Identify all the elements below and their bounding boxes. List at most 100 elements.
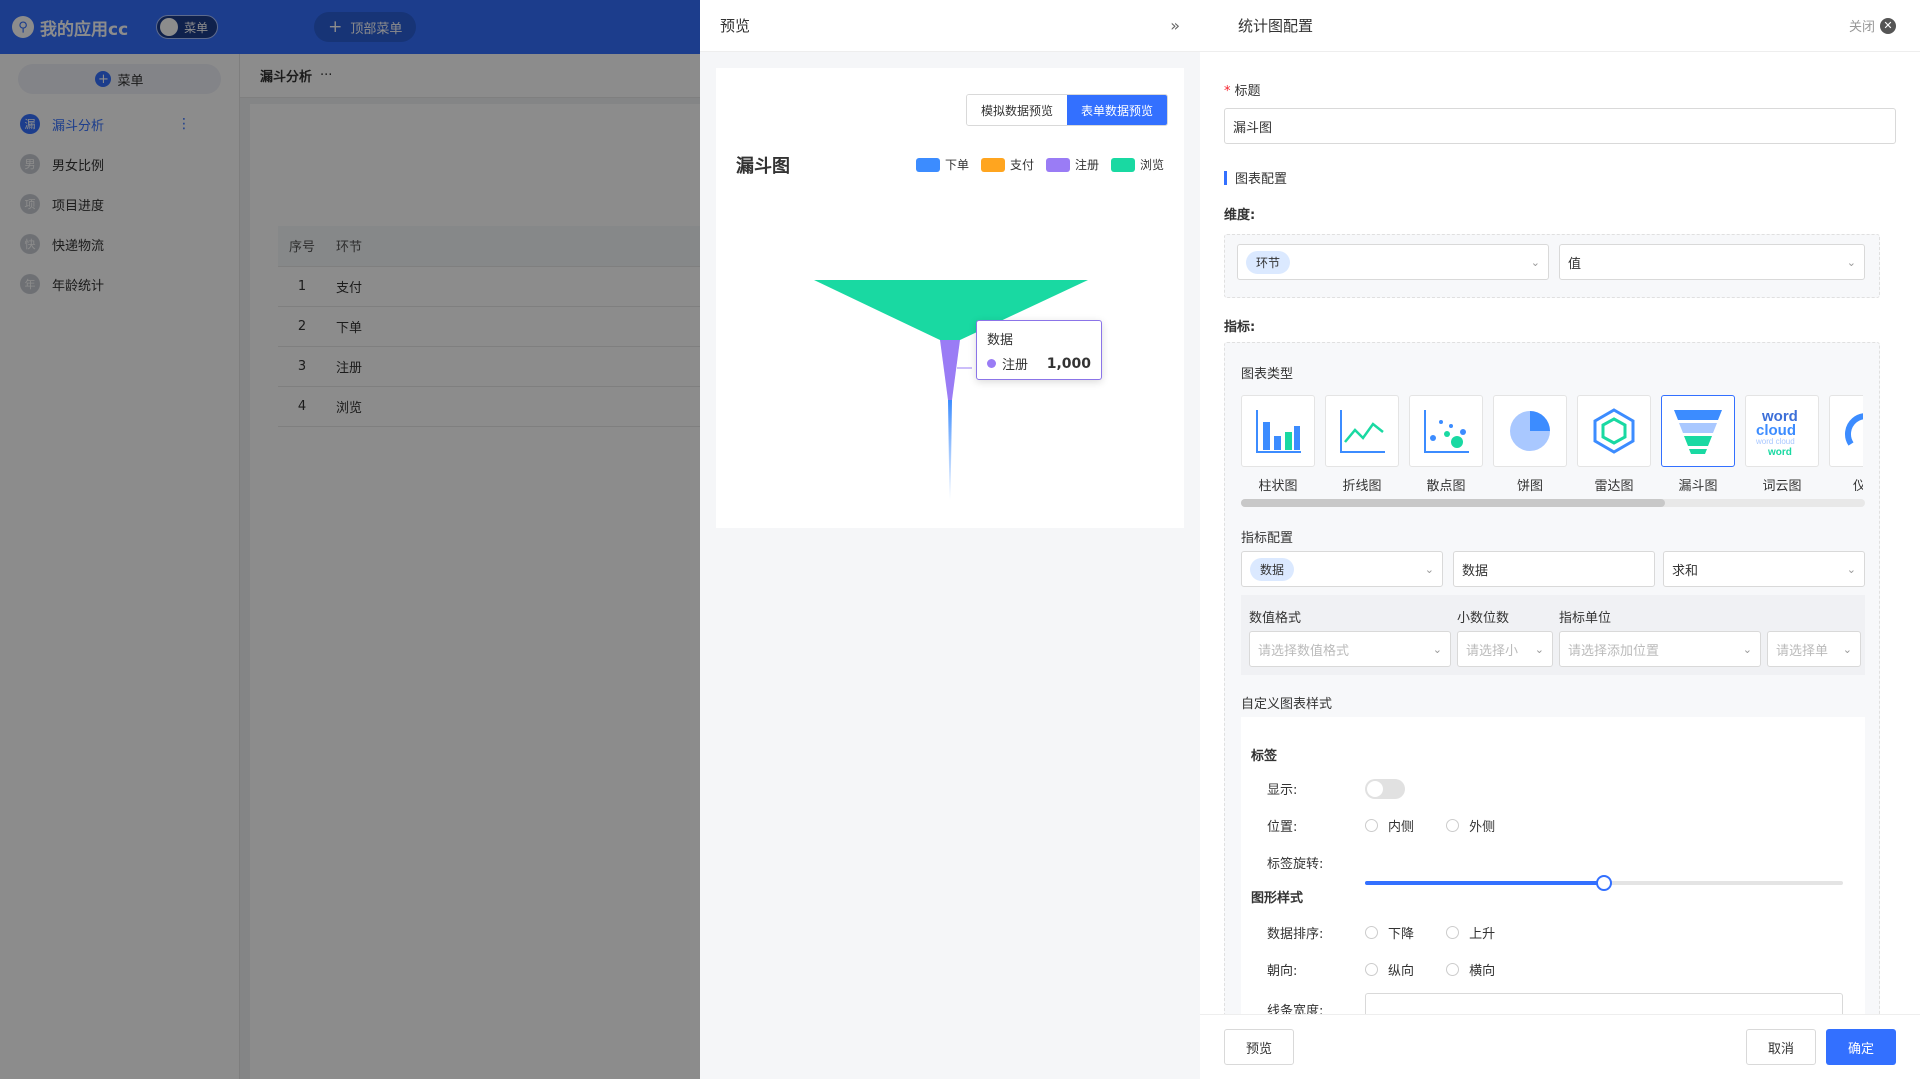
funnel-segment-order[interactable] — [948, 400, 952, 500]
close-button[interactable]: 关闭 ✕ — [1849, 16, 1896, 35]
chart-type-line[interactable]: 折线图 — [1325, 395, 1399, 494]
chart-type-scatter[interactable]: 散点图 — [1409, 395, 1483, 494]
tooltip-marker — [987, 359, 996, 368]
chart-type-name: 仪表 — [1852, 479, 1863, 494]
scatter-chart-icon — [1424, 410, 1469, 453]
shape-section-title: 图形样式 — [1251, 891, 1304, 906]
legend-item[interactable]: 支付 — [980, 156, 1034, 173]
cancel-button[interactable]: 取消 — [1746, 1029, 1816, 1065]
slider-handle[interactable] — [1596, 875, 1612, 891]
orient-radio-vertical[interactable]: 纵向 — [1365, 960, 1414, 979]
tooltip-title: 数据 — [987, 333, 1014, 348]
legend-swatch — [1045, 157, 1070, 172]
dimension-box: 环节 ⌄ 值 ⌄ — [1224, 234, 1880, 298]
radio-circle — [1365, 926, 1378, 939]
funnel-segment-register[interactable] — [940, 340, 960, 400]
title-field-label: * 标题 — [1224, 80, 1261, 99]
sort-radio-asc[interactable]: 上升 — [1446, 923, 1495, 942]
unit-position-placeholder: 请选择添加位置 — [1568, 643, 1660, 659]
radar-chart-icon — [1593, 408, 1635, 454]
legend-label: 浏览 — [1139, 158, 1164, 172]
custom-style-box: 标签 显示: 位置: 内侧 外侧 标签旋转: 图形样式 数据排序: 下降 上升 — [1241, 717, 1865, 1014]
orient-radio-horizontal[interactable]: 横向 — [1446, 960, 1495, 979]
chart-type-gauge[interactable]: 仪表 — [1829, 395, 1863, 494]
chart-type-name: 散点图 — [1426, 479, 1466, 494]
form-data-preview-button[interactable]: 表单数据预览 — [1066, 95, 1167, 125]
radio-label: 横向 — [1469, 964, 1496, 979]
title-input[interactable]: 漏斗图 — [1224, 108, 1896, 144]
metric-field-select[interactable]: 数据 ⌄ — [1241, 551, 1443, 587]
radio-label: 下降 — [1388, 927, 1415, 942]
double-chevron-right-icon[interactable]: » — [1170, 16, 1180, 35]
chart-type-scrollbar[interactable] — [1241, 499, 1865, 507]
dimension-select[interactable]: 环节 ⌄ — [1237, 244, 1549, 280]
chart-type-box: word cloud word cloud word — [1745, 395, 1819, 467]
legend-item[interactable]: 浏览 — [1110, 156, 1164, 173]
metric-label: 指标: — [1224, 320, 1256, 335]
metric-aggregation-text: 求和 — [1672, 563, 1699, 579]
chevron-down-icon: ⌄ — [1424, 562, 1434, 576]
chevron-down-icon: ⌄ — [1432, 642, 1442, 656]
close-icon: ✕ — [1880, 17, 1896, 34]
chart-type-pie[interactable]: 饼图 — [1493, 395, 1567, 494]
gauge-chart-icon — [1845, 413, 1863, 446]
chart-type-name: 漏斗图 — [1678, 479, 1718, 494]
pie-chart-icon — [1510, 411, 1550, 451]
line-width-input[interactable] — [1365, 993, 1843, 1014]
config-body: * 标题 漏斗图 图表配置 维度: 环节 ⌄ 值 ⌄ 指标: 图表类型 柱状图 … — [1200, 52, 1920, 1014]
dimension-tag[interactable]: 环节 — [1246, 250, 1291, 274]
unit-select[interactable]: 请选择单 ⌄ — [1767, 631, 1861, 667]
radio-circle — [1446, 819, 1460, 832]
mock-data-preview-button[interactable]: 模拟数据预览 — [966, 95, 1067, 125]
radio-circle — [1365, 963, 1378, 976]
section-title-text: 图表配置 — [1235, 172, 1288, 187]
metric-alias-input[interactable]: 数据 — [1453, 551, 1655, 587]
config-footer: 预览 取消 确定 — [1200, 1014, 1920, 1079]
number-format-select[interactable]: 请选择数值格式 ⌄ — [1249, 631, 1451, 667]
unit-position-select[interactable]: 请选择添加位置 ⌄ — [1559, 631, 1761, 667]
tooltip-value: 1,000 — [1046, 355, 1091, 372]
decimal-select[interactable]: 请选择小 ⌄ — [1457, 631, 1553, 667]
legend-item[interactable]: 注册 — [1045, 156, 1099, 173]
number-format-label: 数值格式 — [1249, 611, 1302, 626]
chart-type-name: 饼图 — [1516, 479, 1543, 494]
chart-type-wordcloud[interactable]: word cloud word cloud word 词云图 — [1745, 395, 1819, 494]
metric-box: 图表类型 柱状图 折线图 散点图 饼图 雷达图 漏斗图 word cloud w… — [1224, 342, 1880, 1014]
radio-label: 纵向 — [1388, 964, 1415, 979]
confirm-button[interactable]: 确定 — [1826, 1029, 1896, 1065]
scrollbar-thumb[interactable] — [1241, 499, 1665, 507]
position-radio-group: 内侧 外侧 — [1365, 816, 1523, 836]
chart-type-bar[interactable]: 柱状图 — [1241, 395, 1315, 494]
preview-button[interactable]: 预览 — [1224, 1029, 1294, 1065]
chevron-down-icon: ⌄ — [1534, 642, 1544, 656]
radio-circle — [1365, 819, 1378, 832]
custom-style-label: 自定义图表样式 — [1241, 697, 1333, 712]
dimension-value-text: 值 — [1568, 256, 1582, 272]
tooltip-row: 注册 1,000 — [987, 354, 1091, 373]
position-radio-inside[interactable]: 内侧 — [1365, 816, 1414, 835]
chart-type-name: 词云图 — [1762, 479, 1802, 494]
svg-text:word: word — [1767, 447, 1792, 457]
decimal-placeholder: 请选择小 — [1466, 643, 1519, 659]
funnel-chart: 1000 — [814, 280, 1088, 500]
chart-type-funnel[interactable]: 漏斗图 — [1661, 395, 1735, 494]
chart-config-panel: 统计图配置 关闭 ✕ * 标题 漏斗图 图表配置 维度: 环节 ⌄ 值 ⌄ 指标:… — [1200, 0, 1920, 1079]
chart-legend: 下单 支付 注册 浏览 — [904, 156, 1164, 173]
legend-item[interactable]: 下单 — [915, 156, 969, 173]
position-label: 位置: — [1267, 820, 1298, 835]
rotate-slider[interactable] — [1365, 875, 1843, 891]
chart-type-radar[interactable]: 雷达图 — [1577, 395, 1651, 494]
metric-config-label: 指标配置 — [1241, 531, 1294, 546]
show-label-switch[interactable] — [1365, 779, 1405, 799]
position-radio-outside[interactable]: 外侧 — [1446, 816, 1495, 835]
config-header: 统计图配置 关闭 ✕ — [1200, 0, 1920, 52]
legend-swatch — [915, 157, 940, 172]
show-label: 显示: — [1267, 783, 1298, 798]
dimension-value-select[interactable]: 值 ⌄ — [1559, 244, 1865, 280]
metric-aggregation-select[interactable]: 求和 ⌄ — [1663, 551, 1865, 587]
chart-type-box — [1577, 395, 1651, 467]
sort-radio-desc[interactable]: 下降 — [1365, 923, 1414, 942]
sort-label: 数据排序: — [1267, 927, 1324, 942]
metric-tag[interactable]: 数据 — [1250, 557, 1295, 581]
legend-swatch — [1110, 157, 1135, 172]
